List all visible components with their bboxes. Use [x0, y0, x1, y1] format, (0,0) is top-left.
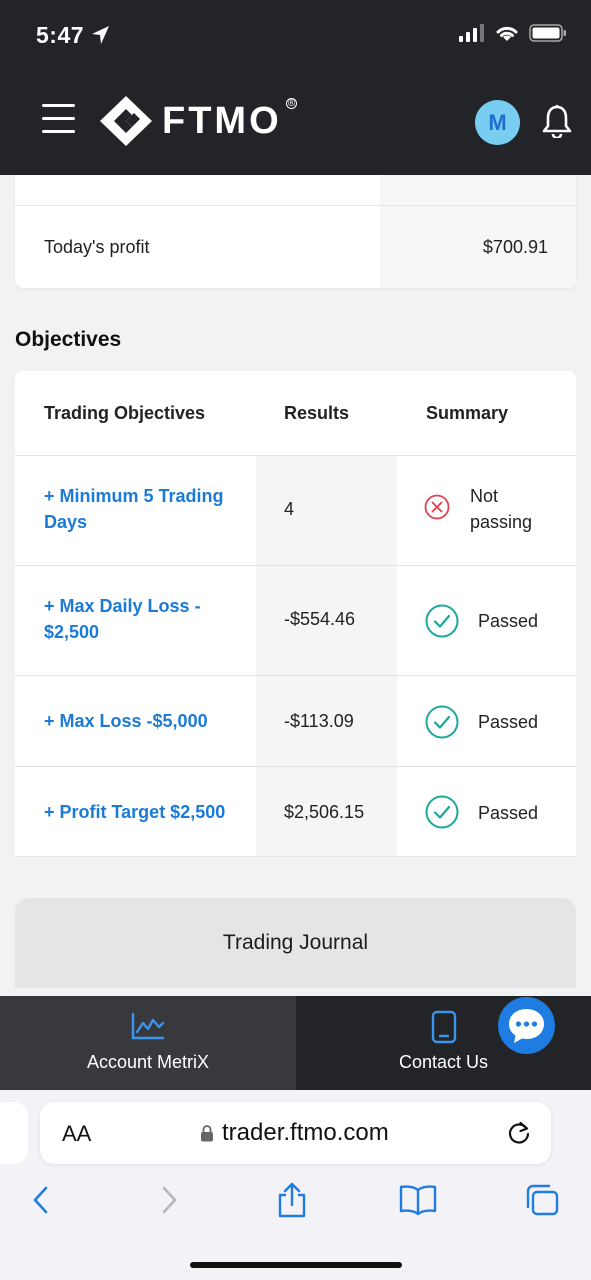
pass-check-icon — [425, 604, 459, 638]
forward-icon[interactable] — [152, 1182, 186, 1218]
avatar[interactable]: M — [475, 100, 520, 145]
status-time: 5:47 — [36, 22, 85, 48]
table-row: + Max Loss -$5,000 -$113.09 Passed — [15, 675, 576, 766]
phone-icon — [431, 1010, 457, 1044]
column-header-results: Results — [284, 403, 350, 423]
objectives-title: Objectives — [15, 328, 122, 351]
fail-circle-x-icon — [424, 494, 450, 520]
table-row: + Profit Target $2,500 $2,506.15 Passed — [15, 766, 576, 857]
account-stats-card: Today's profit $700.91 — [15, 175, 576, 288]
result-value: 4 — [284, 499, 295, 519]
chat-bubble-button[interactable] — [498, 997, 555, 1054]
address-bar[interactable]: AA trader.ftmo.com — [40, 1102, 551, 1164]
column-header-objectives: Trading Objectives — [44, 403, 206, 423]
account-metrix-tab[interactable]: Account MetriX — [0, 996, 296, 1090]
signal-icon — [459, 24, 484, 42]
bell-icon[interactable] — [541, 104, 573, 138]
url-text: trader.ftmo.com — [222, 1119, 389, 1146]
chat-bubble-icon — [509, 1009, 544, 1043]
back-icon[interactable] — [24, 1182, 58, 1218]
status-indicators — [459, 24, 567, 42]
location-arrow-icon — [92, 26, 109, 44]
objectives-table: Trading Objectives Results Summary + Min… — [15, 371, 576, 857]
ftmo-logo[interactable]: FTMO ® — [100, 96, 297, 146]
objective-link-max-daily-loss[interactable]: + Max Daily Loss - $2,500 — [44, 593, 244, 645]
bookmarks-icon[interactable] — [399, 1182, 437, 1218]
objective-link-profit-target[interactable]: + Profit Target $2,500 — [44, 799, 264, 825]
table-row: + Max Daily Loss - $2,500 -$554.46 Passe… — [15, 565, 576, 675]
pass-check-icon — [425, 795, 459, 829]
safari-toolbar: AA trader.ftmo.com — [0, 1090, 591, 1280]
todays-profit-value: $700.91 — [482, 237, 548, 257]
summary-status: Passed — [478, 712, 539, 732]
registered-mark: ® — [286, 98, 297, 109]
lock-icon — [201, 1125, 213, 1142]
account-metrix-label: Account MetriX — [86, 1052, 210, 1072]
wifi-icon — [496, 26, 518, 41]
table-row: + Minimum 5 Trading Days 4 Not passing — [15, 455, 576, 565]
summary-status: Passed — [478, 611, 539, 631]
previous-tab-peek[interactable] — [0, 1102, 28, 1164]
home-indicator — [190, 1262, 402, 1268]
share-icon[interactable] — [275, 1182, 309, 1218]
hamburger-menu-icon[interactable] — [42, 104, 75, 134]
pass-check-icon — [425, 705, 459, 739]
battery-icon — [529, 24, 566, 42]
summary-status: Passed — [478, 803, 539, 823]
logo-text: FTMO — [162, 99, 282, 142]
column-header-summary: Summary — [426, 403, 509, 423]
chart-line-icon — [131, 1012, 165, 1040]
ftmo-logo-icon — [100, 96, 152, 146]
result-value: -$554.46 — [284, 609, 356, 629]
reload-icon[interactable] — [506, 1119, 532, 1147]
todays-profit-label: Today's profit — [44, 237, 150, 257]
summary-status: Not passing — [470, 486, 533, 532]
objective-link-min-trading-days[interactable]: + Minimum 5 Trading Days — [44, 483, 244, 535]
app-header: 5:47 FTMO ® M — [0, 0, 591, 175]
tabs-icon[interactable] — [525, 1182, 559, 1218]
reader-aa-button[interactable]: AA — [62, 1121, 91, 1147]
result-value: -$113.09 — [284, 711, 354, 731]
contact-us-label: Contact Us — [398, 1052, 489, 1072]
trading-journal-button[interactable]: Trading Journal — [15, 898, 576, 988]
result-value: $2,506.15 — [284, 802, 365, 822]
objective-link-max-loss[interactable]: + Max Loss -$5,000 — [44, 708, 264, 734]
